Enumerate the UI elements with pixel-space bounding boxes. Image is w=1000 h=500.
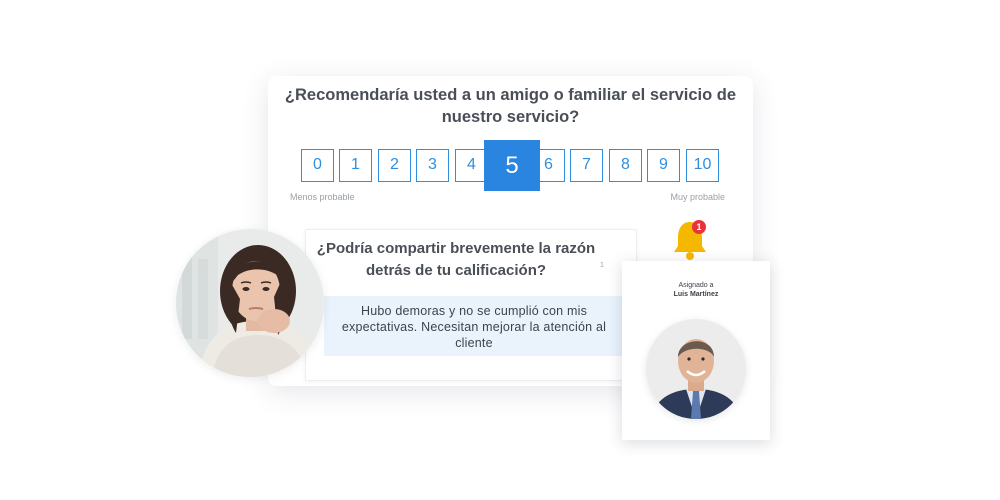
bell-icon: 1 — [674, 220, 706, 260]
nps-scale: 0 1 2 3 4 6 7 8 9 10 5 — [301, 140, 724, 191]
followup-card: ¿Podría compartir brevemente la razón de… — [305, 229, 637, 381]
answer-text-box[interactable]: Hubo demoras y no se cumplió con mis exp… — [324, 296, 624, 356]
assignee-photo — [646, 319, 746, 419]
nps-question-title: ¿Recomendaría usted a un amigo o familia… — [284, 86, 737, 126]
scale-option-1[interactable]: 1 — [339, 149, 372, 182]
assignee-avatar — [646, 319, 746, 419]
followup-marker: 1 — [600, 262, 604, 269]
customer-avatar — [176, 229, 324, 377]
scale-high-label: Muy probable — [670, 192, 725, 202]
scale-low-label: Menos probable — [290, 192, 355, 202]
scale-option-5-selected[interactable]: 5 — [484, 140, 540, 191]
scale-option-3[interactable]: 3 — [416, 149, 449, 182]
notification-bell[interactable]: 1 — [672, 218, 712, 262]
scale-option-0[interactable]: 0 — [301, 149, 334, 182]
scale-option-10[interactable]: 10 — [686, 149, 719, 182]
scale-option-7[interactable]: 7 — [570, 149, 603, 182]
followup-question: ¿Podría compartir brevemente la razón de… — [316, 240, 596, 279]
assignment-card: Asignado a Luis Martínez — [622, 261, 770, 440]
customer-photo — [176, 229, 324, 377]
scale-option-9[interactable]: 9 — [647, 149, 680, 182]
assigned-to-label: Asignado a — [678, 282, 714, 289]
notification-count: 1 — [696, 222, 701, 232]
scale-option-2[interactable]: 2 — [378, 149, 411, 182]
assignee-name: Luis Martínez — [673, 291, 719, 298]
scale-option-8[interactable]: 8 — [609, 149, 642, 182]
